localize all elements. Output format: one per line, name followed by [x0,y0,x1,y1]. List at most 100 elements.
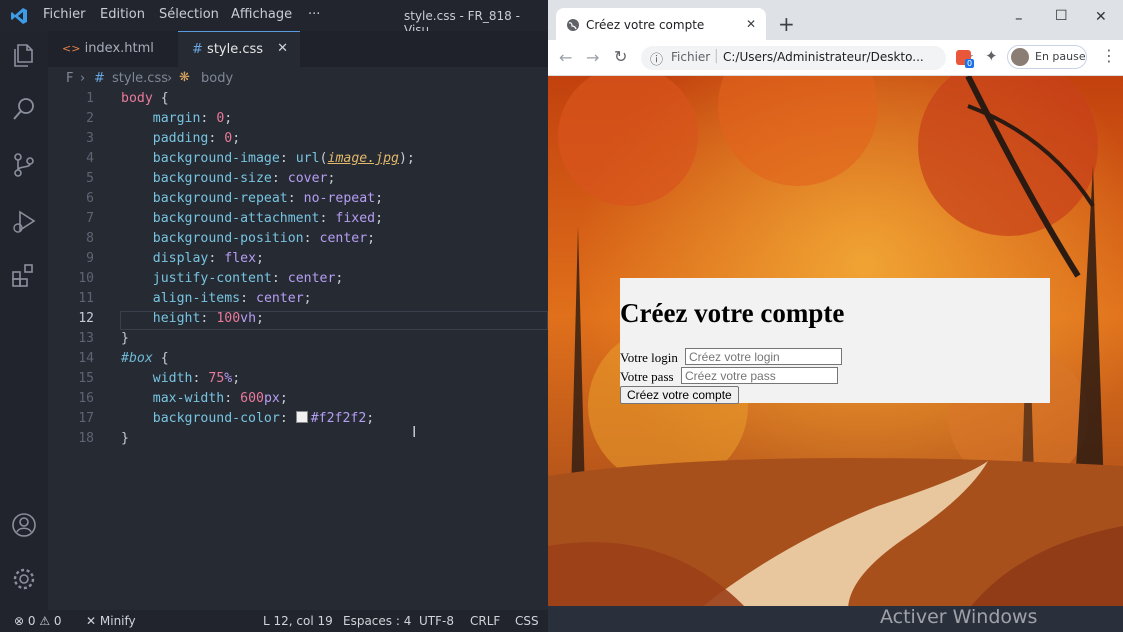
pass-input[interactable] [681,367,838,384]
code-line[interactable]: background-size: cover; [121,171,336,186]
profile-button[interactable]: En pause [1007,45,1087,69]
window-close-button[interactable]: ✕ [1095,9,1107,25]
back-arrow-icon[interactable]: ← [559,48,572,67]
pass-label: Votre pass [620,369,674,384]
url-text: C:/Users/Administrateur/Deskto... [723,50,924,64]
avatar [1011,48,1029,66]
code-line[interactable]: body { [121,91,169,106]
code-line[interactable]: margin: 0; [121,111,232,126]
code-line[interactable]: display: flex; [121,251,264,266]
code-line[interactable]: height: 100vh; [121,311,264,326]
close-tab-icon[interactable]: ✕ [746,17,756,31]
code-line[interactable]: } [121,331,129,346]
text-cursor-icon: I [412,423,417,441]
source-control-icon[interactable] [10,151,38,179]
puzzle-extensions-icon[interactable]: ✦ [985,47,998,65]
problems-indicator[interactable]: ⊗ 0 ⚠ 0 [14,614,62,628]
line-number: 12 [78,311,94,326]
code-line[interactable]: background-image: url(image.jpg); [121,151,415,166]
end-of-line[interactable]: CRLF [470,614,500,628]
account-icon[interactable] [10,511,38,539]
code-line[interactable]: #box { [121,351,169,366]
line-number: 17 [78,411,94,426]
line-number: 4 [86,151,94,166]
language-mode[interactable]: CSS [515,614,539,628]
breadcrumb-root[interactable]: F [66,71,73,86]
tab-title: Créez votre compte [586,18,705,32]
search-icon[interactable] [10,95,38,123]
close-icon[interactable]: ✕ [277,41,288,56]
address-bar[interactable]: ⓘ Fichier | C:/Users/Administrateur/Desk… [641,46,946,70]
line-number: 8 [86,231,94,246]
chevron-right-icon: › [80,71,86,86]
explorer-icon[interactable] [10,41,38,69]
activation-watermark: Activer Windows [880,606,1038,628]
menu-more[interactable]: ··· [308,7,320,22]
line-number: 13 [78,331,94,346]
tab-style-css[interactable]: # style.css ✕ [178,31,300,67]
menu-edition[interactable]: Edition [100,7,145,22]
extensions-icon[interactable] [10,261,38,289]
browser-tab[interactable]: Créez votre compte ✕ [556,8,766,40]
line-number: 18 [78,431,94,446]
css-file-icon: # [192,42,203,57]
globe-icon [567,19,579,31]
code-line[interactable]: max-width: 600px; [121,391,288,406]
submit-button[interactable]: Créez votre compte [620,386,739,404]
code-line[interactable]: background-attachment: fixed; [121,211,383,226]
extension-badge: 0 [965,59,975,68]
signup-box: Créez votre compte Votre login Votre pas… [620,278,1050,404]
tab-label: index.html [84,41,154,56]
line-number: 15 [78,371,94,386]
css-file-icon: # [94,71,105,86]
code-line[interactable]: background-color: #f2f2f2; [121,411,374,426]
settings-gear-icon[interactable] [10,565,38,593]
line-number: 1 [86,91,94,106]
activity-bar [0,31,48,610]
encoding[interactable]: UTF-8 [419,614,454,628]
code-line[interactable]: align-items: center; [121,291,312,306]
tab-label: style.css [207,42,264,57]
kebab-menu-icon[interactable]: ⋮ [1101,46,1117,65]
forward-arrow-icon[interactable]: → [586,48,599,67]
breadcrumb: F › # style.css › ❋ body [48,67,548,91]
code-line[interactable]: background-repeat: no-repeat; [121,191,383,206]
indentation[interactable]: Espaces : 4 [343,614,411,628]
code-line[interactable]: background-position: center; [121,231,375,246]
breadcrumb-symbol[interactable]: body [201,71,233,86]
profile-status: En pause [1035,50,1086,63]
minimize-button[interactable]: – [1015,9,1023,27]
maximize-button[interactable]: ☐ [1055,8,1068,24]
chevron-right-icon: › [167,71,173,86]
code-line[interactable]: justify-content: center; [121,271,344,286]
minify-button[interactable]: ✕ Minify [86,614,136,628]
address-prefix: Fichier [671,50,711,64]
tab-index-html[interactable]: <> index.html [62,31,174,67]
line-number: 14 [78,351,94,366]
editor-tabs: <> index.html # style.css ✕ [48,31,548,67]
code-line[interactable]: width: 75%; [121,371,240,386]
run-debug-icon[interactable] [10,207,38,235]
new-tab-button[interactable]: + [778,12,795,36]
line-number: 2 [86,111,94,126]
line-number: 3 [86,131,94,146]
line-number: 9 [86,251,94,266]
reload-icon[interactable]: ↻ [614,47,627,66]
menu-selection[interactable]: Sélection [159,7,219,22]
code-editor[interactable]: 1 2 3 4 5 6 7 8 9 10 11 12 13 14 15 16 17 18 body { margi… [48,91,548,610]
html-file-icon: <> [62,42,81,55]
status-bar: ⊗ 0 ⚠ 0 ✕ Minify L 12, col 19 Espaces : … [0,610,548,632]
menu-fichier[interactable]: Fichier [43,7,86,22]
line-number: 11 [78,291,94,306]
menu-affichage[interactable]: Affichage [231,7,292,22]
code-line[interactable]: } [121,431,129,446]
vscode-logo-icon [11,8,27,24]
login-input[interactable] [685,348,842,365]
line-number: 7 [86,211,94,226]
info-icon[interactable]: ⓘ [650,49,663,68]
code-line[interactable]: padding: 0; [121,131,240,146]
line-number: 5 [86,171,94,186]
login-label: Votre login [620,350,678,365]
cursor-position[interactable]: L 12, col 19 [263,614,333,628]
breadcrumb-file[interactable]: style.css [112,71,168,86]
